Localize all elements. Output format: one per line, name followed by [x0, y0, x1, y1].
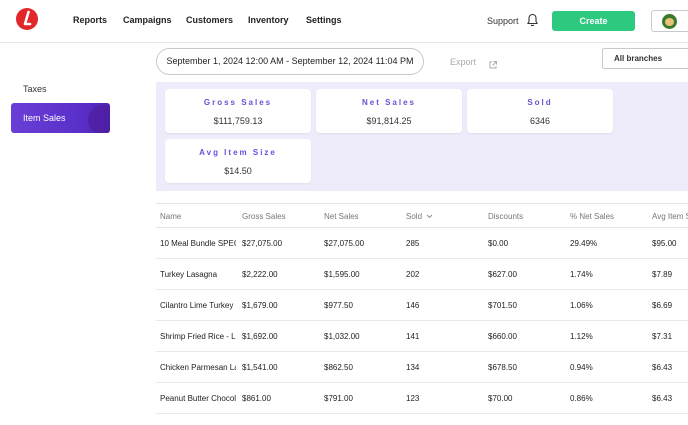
support-link[interactable]: Support [487, 16, 519, 26]
table-header: Name Gross Sales Net Sales Sold Discount… [156, 203, 688, 228]
brand-logo-icon[interactable] [16, 8, 38, 30]
stat-label: Avg Item Size [199, 148, 277, 157]
column-header-net-sales-percent[interactable]: % Net Sales [570, 212, 646, 221]
nav-reports[interactable]: Reports [73, 15, 107, 25]
cell-discounts: $701.50 [488, 301, 517, 310]
cell-discounts: $70.00 [488, 394, 513, 403]
bell-icon[interactable] [526, 13, 539, 27]
chevron-down-icon [426, 214, 433, 219]
nav-inventory[interactable]: Inventory [248, 15, 289, 25]
cell-avg-item-size: $7.89 [652, 270, 673, 279]
table-row[interactable]: 10 Meal Bundle SPECIAL $27,075.00 $27,07… [156, 228, 688, 259]
cell-net-sales: $862.50 [324, 363, 353, 372]
column-header-net-sales[interactable]: Net Sales [324, 212, 400, 221]
cell-net-sales-percent: 0.86% [570, 394, 593, 403]
nav-customers[interactable]: Customers [186, 15, 233, 25]
cell-discounts: $0.00 [488, 239, 509, 248]
cell-sold: 202 [406, 270, 420, 279]
stat-card-sold: Sold 6346 [467, 89, 613, 133]
sidebar-decoration [88, 105, 110, 133]
cell-gross-sales: $1,692.00 [242, 332, 278, 341]
column-header-sold[interactable]: Sold [406, 212, 476, 221]
cell-avg-item-size: $6.69 [652, 301, 673, 310]
table-row[interactable]: Peanut Butter Chocolate $861.00 $791.00 … [156, 383, 688, 414]
cell-name: Cilantro Lime Turkey Lettuce [160, 301, 236, 310]
table-row[interactable]: Turkey Lasagna $2,222.00 $1,595.00 202 $… [156, 259, 688, 290]
sidebar-item-item-sales[interactable]: Item Sales [11, 103, 110, 133]
cell-gross-sales: $1,541.00 [242, 363, 278, 372]
cell-net-sales: $1,595.00 [324, 270, 360, 279]
cell-name: Chicken Parmesan Large [160, 363, 236, 372]
stat-label: Gross Sales [203, 98, 273, 107]
cell-net-sales: $27,075.00 [324, 239, 365, 248]
table-row[interactable]: Shrimp Fried Rice - Large $1,692.00 $1,0… [156, 321, 688, 352]
cell-sold: 141 [406, 332, 420, 341]
cell-name: Shrimp Fried Rice - Large [160, 332, 236, 341]
cell-avg-item-size: $6.43 [652, 394, 673, 403]
date-range-picker[interactable]: September 1, 2024 12:00 AM - September 1… [156, 48, 424, 75]
stat-value: 6346 [529, 116, 551, 126]
avatar [662, 14, 677, 29]
nav-settings[interactable]: Settings [306, 15, 342, 25]
cell-gross-sales: $27,075.00 [242, 239, 283, 248]
stat-value: $111,759.13 [213, 116, 263, 126]
sidebar-item-label: Item Sales [23, 113, 66, 123]
sidebar-item-taxes[interactable]: Taxes [23, 84, 47, 94]
export-button[interactable]: Export [450, 57, 476, 67]
cell-avg-item-size: $7.31 [652, 332, 673, 341]
cell-sold: 123 [406, 394, 420, 403]
cell-net-sales-percent: 29.49% [570, 239, 598, 248]
column-header-label: Sold [406, 212, 423, 221]
cell-discounts: $660.00 [488, 332, 517, 341]
cell-net-sales: $791.00 [324, 394, 353, 403]
stat-label: Net Sales [361, 98, 417, 107]
cell-name: Turkey Lasagna [160, 270, 218, 279]
cell-sold: 285 [406, 239, 420, 248]
column-header-avg-item-size[interactable]: Avg Item S [652, 212, 688, 221]
column-header-gross-sales[interactable]: Gross Sales [242, 212, 318, 221]
column-header-discounts[interactable]: Discounts [488, 212, 564, 221]
cell-name: 10 Meal Bundle SPECIAL [160, 239, 236, 248]
column-header-name[interactable]: Name [160, 212, 236, 221]
cell-net-sales-percent: 0.94% [570, 363, 593, 372]
cell-avg-item-size: $95.00 [652, 239, 677, 248]
cell-gross-sales: $1,679.00 [242, 301, 278, 310]
external-link-icon[interactable] [488, 57, 498, 69]
cell-sold: 134 [406, 363, 420, 372]
cell-gross-sales: $861.00 [242, 394, 271, 403]
cell-discounts: $627.00 [488, 270, 517, 279]
table-row[interactable]: Cilantro Lime Turkey Lettuce $1,679.00 $… [156, 290, 688, 321]
account-menu[interactable] [651, 10, 688, 32]
cell-net-sales-percent: 1.06% [570, 301, 593, 310]
create-button[interactable]: Create [552, 11, 635, 31]
table-row[interactable]: Chicken Parmesan Large $1,541.00 $862.50… [156, 352, 688, 383]
cell-net-sales: $1,032.00 [324, 332, 360, 341]
cell-avg-item-size: $6.43 [652, 363, 673, 372]
stat-label: Sold [527, 98, 553, 107]
stat-card-gross-sales: Gross Sales $111,759.13 [165, 89, 311, 133]
cell-net-sales-percent: 1.74% [570, 270, 593, 279]
stat-card-net-sales: Net Sales $91,814.25 [316, 89, 462, 133]
nav-campaigns[interactable]: Campaigns [123, 15, 172, 25]
cell-discounts: $678.50 [488, 363, 517, 372]
cell-gross-sales: $2,222.00 [242, 270, 278, 279]
stats-panel: Gross Sales $111,759.13 Net Sales $91,81… [156, 82, 688, 191]
stat-value: $14.50 [224, 166, 252, 176]
branch-select[interactable]: All branches [602, 48, 688, 69]
cell-name: Peanut Butter Chocolate [160, 394, 236, 403]
cell-sold: 146 [406, 301, 420, 310]
stat-value: $91,814.25 [366, 116, 412, 126]
top-navigation: Reports Campaigns Customers Inventory Se… [0, 0, 688, 43]
cell-net-sales-percent: 1.12% [570, 332, 593, 341]
cell-net-sales: $977.50 [324, 301, 353, 310]
stat-card-avg-item-size: Avg Item Size $14.50 [165, 139, 311, 183]
